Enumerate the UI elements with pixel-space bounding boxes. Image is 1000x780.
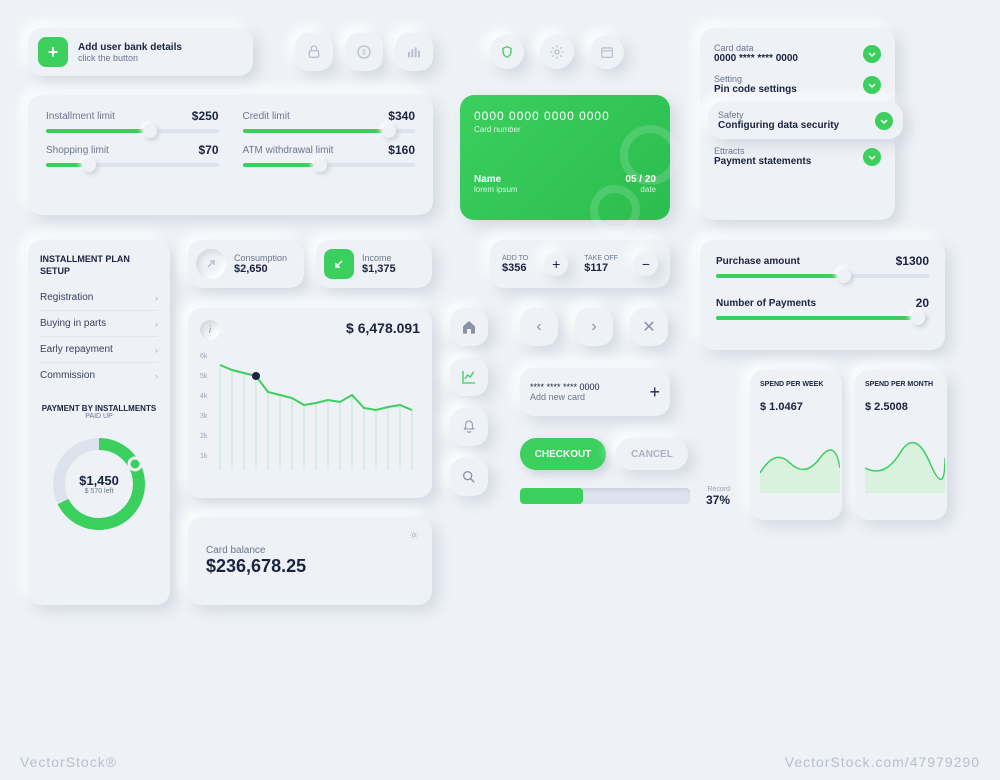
plus-button[interactable]: + [544, 252, 568, 276]
info-icon[interactable]: i [200, 320, 220, 340]
chart-value: $ 6,478.091 [346, 320, 420, 336]
svg-text:3k: 3k [200, 413, 208, 420]
settings-item[interactable]: EttractsPayment statements [714, 141, 881, 172]
search-icon-button[interactable] [450, 458, 488, 496]
minus-button[interactable]: − [634, 252, 658, 276]
watermark-brand: VectorStock® [20, 754, 117, 770]
progress-card: Record 37% [520, 488, 690, 504]
chevron-down-icon [863, 76, 881, 94]
purchase-card: Purchase amount$1300 Number of Payments2… [700, 240, 945, 350]
credit-card[interactable]: 0000 0000 0000 0000 Card number Namelore… [460, 95, 670, 220]
balance-card: Card balance $236,678.25 [188, 517, 432, 605]
bar-chart-icon-button[interactable] [395, 33, 433, 71]
settings-item[interactable]: Card data0000 **** **** 0000 [714, 38, 881, 69]
settings-item[interactable]: SettingPin code settings [714, 69, 881, 100]
dollar-icon-button[interactable]: $ [345, 33, 383, 71]
gear-icon[interactable] [408, 529, 420, 541]
add-user-title: Add user bank details [78, 42, 182, 53]
svg-text:6k: 6k [200, 353, 208, 360]
svg-text:$: $ [362, 48, 366, 57]
plan-card: INSTALLMENT PLAN SETUP Registration› Buy… [28, 240, 170, 605]
limits-card: Installment limit$250 Credit limit$340 S… [28, 95, 433, 215]
consumption-card[interactable]: Consumption$2,650 [188, 240, 304, 288]
plan-item[interactable]: Commission› [40, 363, 158, 388]
spend-month-card: SPEND PER MONTH $ 2.5008 [855, 370, 947, 520]
checkout-button[interactable]: CHECKOUT [520, 438, 606, 470]
limit-item[interactable]: Installment limit$250 [46, 109, 219, 133]
plan-item[interactable]: Early repayment› [40, 337, 158, 363]
svg-text:1k: 1k [200, 453, 208, 460]
limit-item[interactable]: ATM withdrawal limit$160 [243, 143, 416, 167]
slider[interactable] [46, 163, 219, 167]
donut-chart: $1,450 $ 570 left [49, 434, 149, 534]
settings-item-active[interactable]: SafetyConfiguring data security [708, 102, 903, 139]
next-button[interactable]: › [575, 308, 613, 346]
limit-item[interactable]: Credit limit$340 [243, 109, 416, 133]
limit-item[interactable]: Shopping limit$70 [46, 143, 219, 167]
home-icon-button[interactable] [450, 308, 488, 346]
gear-icon-button[interactable] [540, 35, 574, 69]
calendar-icon-button[interactable] [590, 35, 624, 69]
settings-list: Card data0000 **** **** 0000 SettingPin … [700, 28, 895, 220]
lock-icon-button[interactable] [295, 33, 333, 71]
spend-week-card: SPEND PER WEEK $ 1.0467 [750, 370, 842, 520]
chevron-down-icon [863, 45, 881, 63]
add-user-sub: click the button [78, 53, 182, 63]
card-number: 0000 0000 0000 0000 [474, 109, 656, 123]
slider[interactable] [716, 274, 929, 278]
svg-text:2k: 2k [200, 433, 208, 440]
cancel-button[interactable]: CANCEL [616, 438, 688, 470]
plus-icon: + [38, 37, 68, 67]
slider[interactable] [46, 129, 219, 133]
close-button[interactable]: ✕ [630, 308, 668, 346]
line-chart: 6k 5k 4k 3k 2k 1k [200, 340, 420, 480]
plan-item[interactable]: Registration› [40, 285, 158, 311]
shield-icon-button[interactable] [490, 35, 524, 69]
slider[interactable] [716, 316, 929, 320]
bell-icon-button[interactable] [450, 408, 488, 446]
prev-button[interactable]: ‹ [520, 308, 558, 346]
add-user-card[interactable]: + Add user bank details click the button [28, 28, 253, 76]
chevron-down-icon [863, 148, 881, 166]
arrow-down-left-icon [324, 249, 354, 279]
arrow-up-right-icon [196, 249, 226, 279]
line-chart-icon-button[interactable] [450, 358, 488, 396]
income-card[interactable]: Income$1,375 [316, 240, 432, 288]
add-take-card: ADD TO$356 + TAKE OFF$117 − [490, 240, 670, 288]
svg-text:4k: 4k [200, 393, 208, 400]
add-card[interactable]: **** **** **** 0000Add new card + [520, 368, 670, 416]
chevron-down-icon [875, 112, 893, 130]
svg-text:5k: 5k [200, 373, 208, 380]
plan-item[interactable]: Buying in parts› [40, 311, 158, 337]
line-chart-card: i $ 6,478.091 6k 5k 4k 3k 2k 1k [188, 308, 432, 498]
watermark-id: VectorStock.com/47979290 [785, 754, 980, 770]
plus-icon: + [649, 382, 660, 403]
progress-fill [520, 488, 583, 504]
slider[interactable] [243, 129, 416, 133]
slider[interactable] [243, 163, 416, 167]
